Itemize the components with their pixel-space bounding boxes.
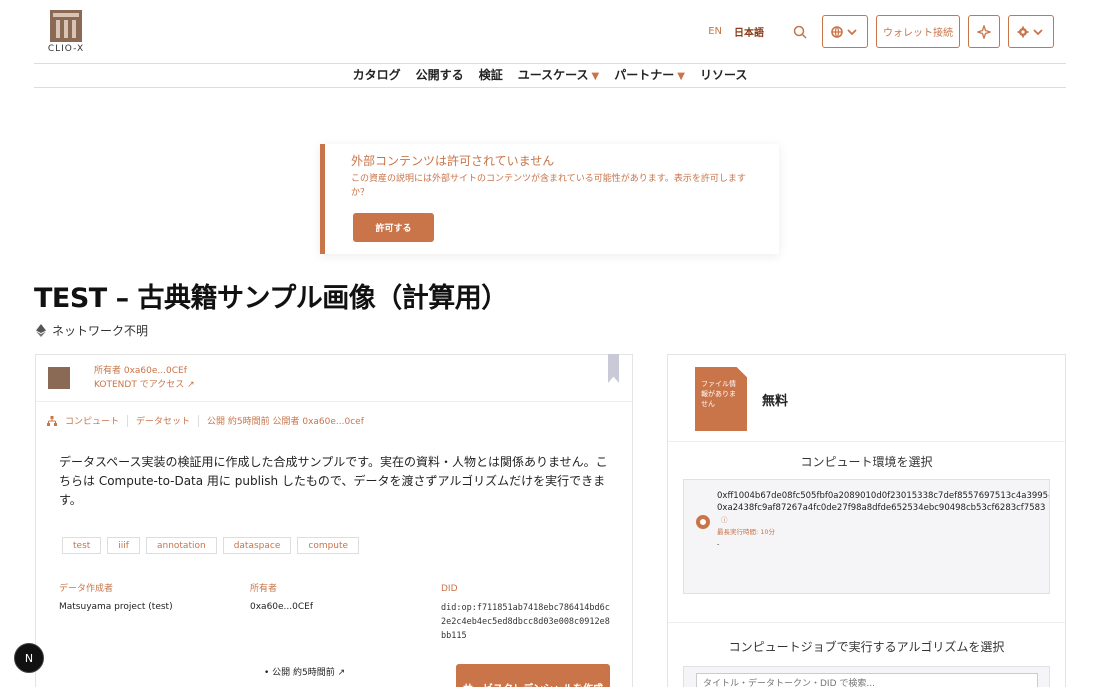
published-meta: 公開 約5時間前 公開者 0xa60e...0cef [207,417,364,427]
warning-text: この資産の説明には外部サイトのコンテンツが含まれている可能性があります。表示を許… [351,174,746,198]
lang-en-link[interactable]: EN [708,26,722,37]
algo-search-input[interactable] [696,673,1038,687]
nav-item-publish[interactable]: 公開する [416,66,464,83]
did-info: DID did:op:f711851ab7418ebc786414bd6c2e2… [441,583,613,643]
creator-value: Matsuyama project (test) [59,602,173,612]
logo[interactable]: CLIO-X [46,10,86,54]
gear-icon [1017,26,1043,37]
allow-button[interactable]: 許可する [353,213,434,242]
network-tree-icon [47,415,57,426]
ethereum-icon [36,324,46,337]
nav-item-resources[interactable]: リソース [700,66,747,83]
creator-info: データ作成者 Matsuyama project (test) [59,583,239,614]
owner-value: 0xa60e...0CEf [250,602,314,612]
owner-bar: 所有者 0xa60e...0CEf KOTENDT でアクセス ↗ [36,355,632,402]
tag[interactable]: compute [297,537,360,554]
avatar [48,367,70,389]
wallet-connect-button[interactable]: ウォレット接続 [876,15,960,48]
compute-env-option[interactable]: 0xff1004b67de08fc505fbf0a2089010d0f23015… [717,490,1049,550]
published-link[interactable]: • 公開 約5時間前 ↗ [264,665,345,678]
tag[interactable]: dataspace [222,537,292,554]
creator-label: データ作成者 [59,584,114,594]
access-link[interactable]: KOTENDT でアクセス ↗ [94,378,195,392]
nav-divider [34,87,1066,88]
nav-item-partners[interactable]: パートナー ▼ [614,66,685,83]
globe-icon [831,25,857,38]
temple-logo-icon [50,10,82,42]
sparkle-icon [977,24,991,39]
header-actions: EN 日本語 ウォレット接続 [708,15,1054,48]
price-label: 無料 [762,394,789,409]
external-content-warning: 外部コンテンツは許可されていません この資産の説明には外部サイトのコンテンツが含… [320,144,779,254]
file-info-badge: ファイル情報がありません [695,367,747,431]
type-dataset: データセット [136,417,191,427]
max-runtime: 最長実行時間: 10分 [717,528,776,536]
algo-title: コンピュートジョブで実行するアルゴリズムを選択 [728,640,1005,654]
asset-description: データスペース実装の検証用に作成した合成サンプルです。実在の資料・人物とは関係あ… [59,455,608,507]
divider [668,622,1065,623]
owner-label: 所有者 [250,584,278,594]
asset-card: 所有者 0xa60e...0CEf KOTENDT でアクセス ↗ コンピュート… [35,354,633,687]
create-service-credential-button[interactable]: サービスクレデンシャルを作成 [456,664,610,687]
settings-button[interactable] [1008,15,1054,48]
next-devtools-badge[interactable]: N [14,643,44,673]
owner-line[interactable]: 所有者 0xa60e...0CEf [94,364,195,378]
page-title: TEST – 古典籍サンプル画像（計算用） [34,283,508,314]
network-info: ネットワーク不明 [36,322,148,339]
lang-ja-link[interactable]: 日本語 [734,24,764,39]
header-divider [34,63,1066,64]
network-label: ネットワーク不明 [52,324,149,338]
logo-text: CLIO-X [47,44,85,54]
divider [668,441,1065,442]
search-icon[interactable] [786,18,814,46]
owner-info: 所有者 0xa60e...0CEf [250,583,430,614]
did-value: did:op:f711851ab7418ebc786414bd6c2e2c4eb… [441,603,610,641]
env-radio[interactable] [696,515,710,529]
tag[interactable]: annotation [145,537,217,554]
compute-env-list: 0xff1004b67de08fc505fbf0a2089010d0f23015… [683,479,1050,594]
network-selector-button[interactable] [822,15,868,48]
tag[interactable]: test [62,537,102,554]
tag[interactable]: iiif [107,537,140,554]
chevron-down-icon: ▼ [591,71,600,82]
did-label: DID [441,584,458,594]
env-title: コンピュート環境を選択 [800,455,933,469]
asset-meta: コンピュート データセット 公開 約5時間前 公開者 0xa60e...0cef [47,414,364,427]
nav-item-verify[interactable]: 検証 [479,66,503,83]
info-icon: ⓘ [721,516,728,524]
nav-item-usecases[interactable]: ユースケース ▼ [518,66,600,83]
algo-select [683,666,1050,687]
sparkle-button[interactable] [968,15,1000,48]
chevron-down-icon: ▼ [677,71,685,82]
warning-title: 外部コンテンツは許可されていません [351,154,555,168]
type-compute: コンピュート [65,417,120,427]
main-nav: カタログ 公開する 検証 ユースケース ▼ パートナー ▼ リソース [0,66,1100,83]
nav-item-catalog[interactable]: カタログ [353,66,401,83]
tag-list: test iiif annotation dataspace compute [62,537,360,554]
compute-panel: ファイル情報がありません 無料 コンピュート環境を選択 0xff1004b67d… [667,354,1066,687]
